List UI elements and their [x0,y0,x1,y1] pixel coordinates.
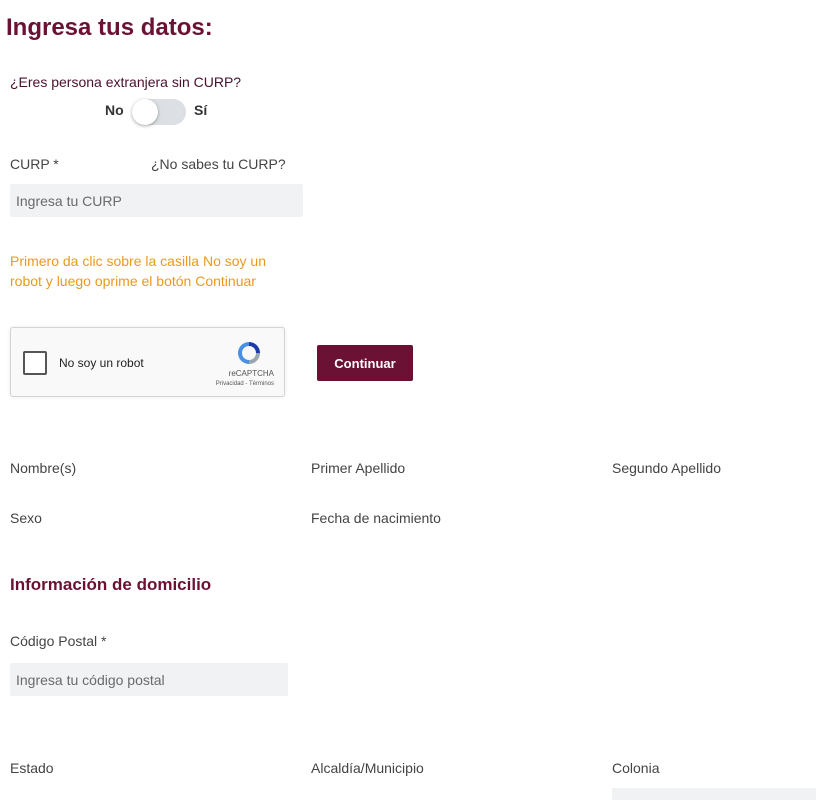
colonia-label: Colonia [612,760,660,776]
colonia-select[interactable] [612,788,816,800]
fecha-nacimiento-label: Fecha de nacimiento [311,510,441,526]
page-title: Ingresa tus datos: [6,14,213,41]
primer-apellido-label: Primer Apellido [311,460,406,476]
municipio-label: Alcaldía/Municipio [311,760,424,776]
captcha-instruction: Primero da clic sobre la casilla No soy … [10,253,266,289]
continue-button[interactable]: Continuar [317,345,413,381]
foreign-question: ¿Eres persona extranjera sin CURP? [10,74,242,90]
recaptcha-checkbox[interactable] [23,351,47,375]
recaptcha-label: No soy un robot [59,356,144,370]
nombre-label: Nombre(s) [10,460,77,476]
toggle-knob [132,99,158,125]
recaptcha-brand: reCAPTCHA [228,369,274,378]
cp-label: Código Postal * [10,633,107,649]
postal-code-input[interactable] [10,663,288,696]
toggle-yes-label: Sí [194,102,208,118]
foreign-toggle[interactable] [132,99,186,125]
segundo-apellido-label: Segundo Apellido [612,460,721,476]
recaptcha-privacy-links[interactable]: Privacidad - Términos [216,381,274,387]
estado-label: Estado [10,760,54,776]
curp-help-link[interactable]: ¿No sabes tu CURP? [151,156,286,172]
recaptcha-widget: No soy un robot reCAPTCHA Privacidad - T… [10,327,285,397]
recaptcha-logo-icon [238,342,260,364]
address-section-title: Información de domicilio [10,575,212,594]
curp-label: CURP * [10,156,59,172]
curp-input[interactable] [10,184,303,217]
toggle-no-label: No [105,102,124,118]
sexo-label: Sexo [10,510,42,526]
